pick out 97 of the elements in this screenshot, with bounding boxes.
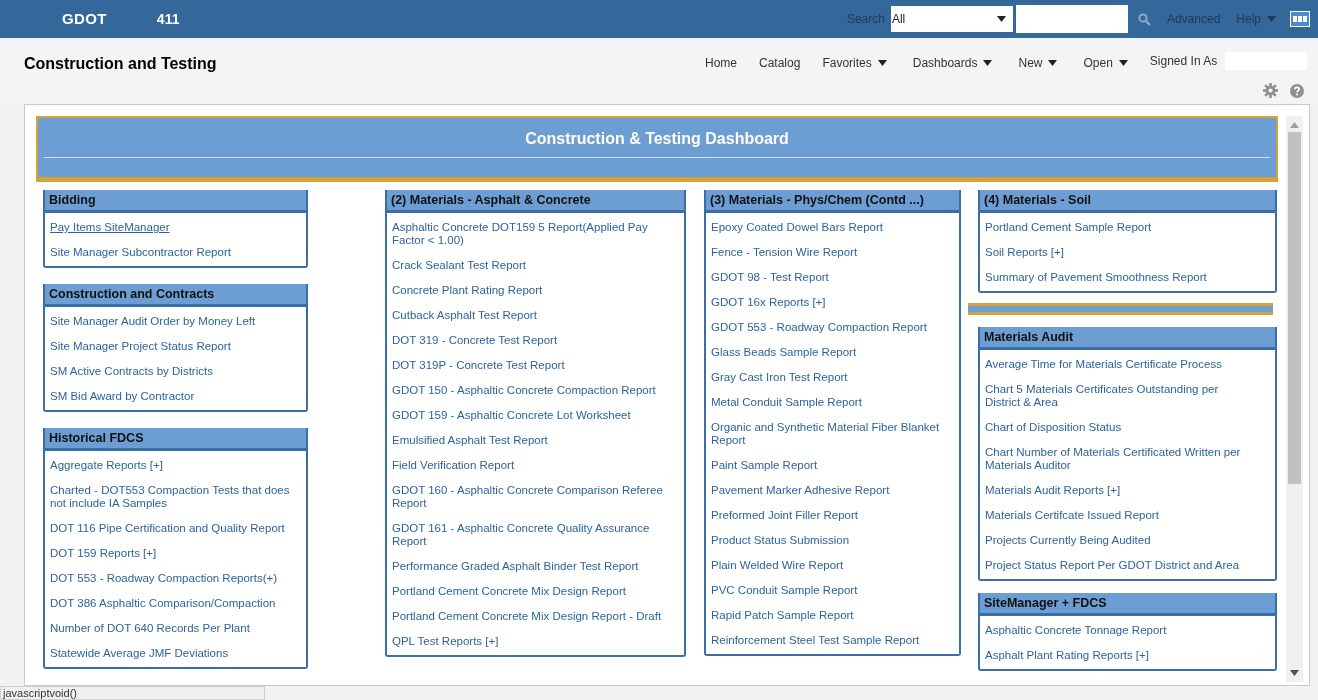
- report-link[interactable]: GDOT 159 - Asphaltic Concrete Lot Worksheet: [392, 403, 672, 428]
- report-link[interactable]: SM Bid Award by Contractor: [50, 384, 294, 409]
- report-link[interactable]: Portland Cement Concrete Mix Design Report: [392, 579, 672, 604]
- report-link[interactable]: Statewide Average JMF Deviations: [50, 641, 294, 666]
- report-link[interactable]: Organic and Synthetic Material Fiber Blanket Report: [711, 415, 947, 453]
- report-link[interactable]: Gray Cast Iron Test Report: [711, 365, 947, 390]
- report-link[interactable]: GDOT 98 - Test Report: [711, 265, 947, 290]
- report-link[interactable]: Materials Audit Reports [+]: [985, 478, 1245, 503]
- report-link[interactable]: Paint Sample Report: [711, 453, 947, 478]
- report-link[interactable]: DOT 319 - Concrete Test Report: [392, 328, 672, 353]
- report-link[interactable]: GDOT 553 - Roadway Compaction Report: [711, 315, 947, 340]
- panel-header: Materials Audit: [980, 327, 1275, 350]
- report-link[interactable]: Soil Reports [+]: [985, 240, 1245, 265]
- report-link[interactable]: Average Time for Materials Certificate Process: [985, 352, 1245, 377]
- report-link[interactable]: SM Active Contracts by Districts: [50, 359, 294, 384]
- search-field[interactable]: [1015, 5, 1128, 33]
- search-icon[interactable]: [1137, 12, 1151, 26]
- caret-icon: [1048, 60, 1058, 66]
- report-link[interactable]: Materials Certifcate Issued Report: [985, 503, 1245, 528]
- caret-icon: [983, 60, 993, 66]
- report-link[interactable]: Chart 5 Materials Certificates Outstanding per District & Area: [985, 377, 1245, 415]
- scrollbar-thumb[interactable]: [1288, 132, 1301, 484]
- report-link[interactable]: QPL Test Reports [+]: [392, 629, 672, 654]
- settings-icon[interactable]: [1263, 83, 1278, 98]
- report-link[interactable]: DOT 116 Pipe Certification and Quality Report: [50, 516, 294, 541]
- report-link[interactable]: Cutback Asphalt Test Report: [392, 303, 672, 328]
- panel-header: Bidding: [45, 190, 306, 213]
- report-link[interactable]: Projects Currently Being Audited: [985, 528, 1245, 553]
- report-link[interactable]: Aggregate Reports [+]: [50, 453, 294, 478]
- signed-in-label: Signed In As: [1149, 53, 1218, 70]
- report-link[interactable]: Fence - Tension Wire Report: [711, 240, 947, 265]
- report-link[interactable]: Asphaltic Concrete Tonnage Report: [985, 618, 1245, 643]
- nav-link[interactable]: Dashboards: [912, 54, 993, 72]
- report-link[interactable]: Asphalt Plant Rating Reports [+]: [985, 643, 1245, 668]
- report-link[interactable]: Crack Sealant Test Report: [392, 253, 672, 278]
- panel-header: Historical FDCS: [45, 428, 306, 451]
- panel-header: SiteManager + FDCS: [980, 593, 1275, 616]
- nav-link[interactable]: Home: [705, 54, 737, 72]
- scope-dropdown[interactable]: All: [890, 6, 1013, 32]
- report-link[interactable]: Portland Cement Sample Report: [985, 215, 1245, 240]
- report-link[interactable]: DOT 386 Asphaltic Comparison/Compaction: [50, 591, 294, 616]
- report-link[interactable]: Summary of Pavement Smoothness Report: [985, 265, 1245, 290]
- nav-link[interactable]: Open: [1083, 54, 1128, 72]
- report-link[interactable]: Pay Items SiteManager: [50, 215, 294, 240]
- report-link[interactable]: DOT 159 Reports [+]: [50, 541, 294, 566]
- report-link[interactable]: Project Status Report Per GDOT District and Area: [985, 553, 1245, 578]
- report-link[interactable]: Chart of Disposition Status: [985, 415, 1245, 440]
- report-link[interactable]: Preformed Joint Filler Report: [711, 503, 947, 528]
- report-link[interactable]: Reinforcement Steel Test Sample Report: [711, 628, 947, 653]
- report-link[interactable]: DOT 319P - Concrete Test Report: [392, 353, 672, 378]
- page-title: Construction and Testing: [24, 54, 217, 74]
- dashboard-title: Construction & Testing Dashboard: [524, 129, 790, 149]
- report-link[interactable]: GDOT 150 - Asphaltic Concrete Compaction Report: [392, 378, 672, 403]
- caret-icon: [1267, 16, 1276, 22]
- help-icon[interactable]: [1290, 84, 1304, 98]
- report-link[interactable]: Asphaltic Concrete DOT159 5 Report(Applied Pay Factor < 1.00): [392, 215, 672, 253]
- report-link[interactable]: Concrete Plant Rating Report: [392, 278, 672, 303]
- scrollbar[interactable]: [1286, 116, 1303, 682]
- report-link[interactable]: Plain Welded Wire Report: [711, 553, 947, 578]
- caret-icon: [996, 16, 1006, 22]
- report-link[interactable]: GDOT 16x Reports [+]: [711, 290, 947, 315]
- report-link[interactable]: Site Manager Audit Order by Money Left: [50, 309, 294, 334]
- panel-header: (4) Materials - Soil: [980, 190, 1275, 213]
- report-link[interactable]: Chart Number of Materials Certificated Written per Materials Auditor: [985, 440, 1245, 478]
- panel-header: (2) Materials - Asphalt & Concrete: [387, 190, 684, 213]
- report-link[interactable]: Portland Cement Concrete Mix Design Report - Draft: [392, 604, 672, 629]
- report-link[interactable]: Rapid Patch Sample Report: [711, 603, 947, 628]
- nav-link[interactable]: New: [1018, 54, 1058, 72]
- report-link[interactable]: Product Status Submission: [711, 528, 947, 553]
- caret-icon: [1118, 60, 1128, 66]
- report-link[interactable]: Charted - DOT553 Compaction Tests that does not include IA Samples: [50, 478, 294, 516]
- apps-icon[interactable]: [1290, 11, 1310, 27]
- report-link[interactable]: Field Verification Report: [392, 453, 672, 478]
- report-link[interactable]: GDOT 160 - Asphaltic Concrete Comparison Referee Report: [392, 478, 672, 516]
- report-link[interactable]: Number of DOT 640 Records Per Plant: [50, 616, 294, 641]
- report-link[interactable]: Glass Beads Sample Report: [711, 340, 947, 365]
- nav-link[interactable]: Favorites: [822, 54, 887, 72]
- app-number: 411: [156, 9, 180, 29]
- logo[interactable]: GDOT: [62, 7, 107, 31]
- report-link[interactable]: Pavement Marker Adhesive Report: [711, 478, 947, 503]
- search-label: Search: [846, 11, 885, 28]
- caret-icon: [877, 60, 887, 66]
- report-link[interactable]: Performance Graded Asphalt Binder Test Report: [392, 554, 672, 579]
- report-link[interactable]: Metal Conduit Sample Report: [711, 390, 947, 415]
- report-link[interactable]: GDOT 161 - Asphaltic Concrete Quality Assurance Report: [392, 516, 672, 554]
- report-link[interactable]: Emulsified Asphalt Test Report: [392, 428, 672, 453]
- scroll-up-icon[interactable]: [1290, 122, 1299, 128]
- report-link[interactable]: Site Manager Project Status Report: [50, 334, 294, 359]
- scroll-down-icon[interactable]: [1290, 670, 1299, 676]
- report-link[interactable]: PVC Conduit Sample Report: [711, 578, 947, 603]
- panel-header: (3) Materials - Phys/Chem (Contd ...): [706, 190, 959, 213]
- report-link[interactable]: Site Manager Subcontractor Report: [50, 240, 294, 265]
- report-link[interactable]: DOT 553 - Roadway Compaction Reports(+): [50, 566, 294, 591]
- nav-link[interactable]: Catalog: [759, 54, 801, 72]
- report-link[interactable]: Epoxy Coated Dowel Bars Report: [711, 215, 947, 240]
- status-text: javascriptvoid(): [3, 685, 77, 700]
- panel-header: Construction and Contracts: [45, 284, 306, 307]
